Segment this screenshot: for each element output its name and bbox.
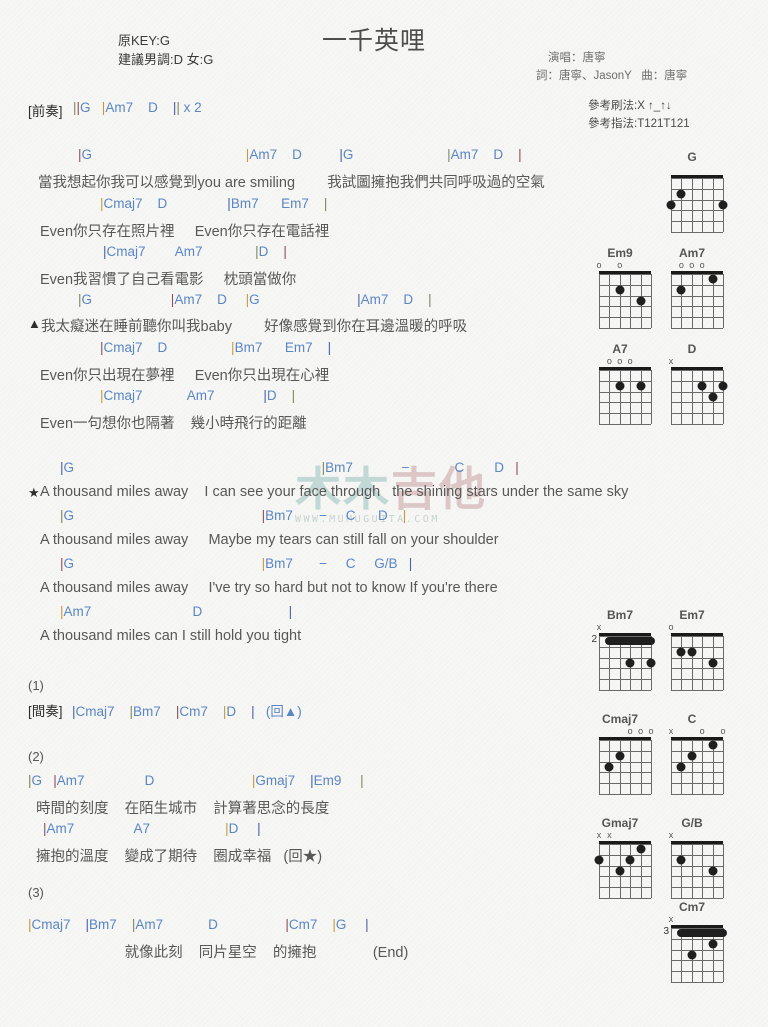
part3-lyric-1: 就像此刻 同片星空 的擁抱 (End) (28, 945, 409, 961)
verse1-lyric-2: Even你只存在照片裡 Even你只存在電話裡 (40, 224, 330, 240)
part2-lyric-1: 時間的刻度 在陌生城市 計算著思念的長度 (28, 801, 330, 817)
verse2-lyric-2: Even你只出現在夢裡 Even你只出現在心裡 (40, 368, 330, 384)
interlude-label: [間奏] (28, 704, 63, 719)
chorus-chords-4: |Am7 D | (60, 604, 293, 619)
original-key-label: 原KEY:G (118, 33, 171, 48)
chord-sheet: 原KEY:G 建議男調:D 女:G 一千英哩 演唱：唐寧 詞：唐寧、JasonY… (0, 0, 768, 1027)
writer-credit: 詞：唐寧、JasonY 曲：唐寧 (536, 70, 688, 82)
chorus-lyric-1: A thousand miles away I can see your fac… (40, 484, 629, 500)
part2-lyric-2: 擁抱的溫度 變成了期待 圈成幸福 (回★) (28, 849, 323, 865)
verse2-chords-3: |Cmaj7 Am7 |D | (100, 388, 296, 403)
chorus-lyric-2: A thousand miles away Maybe my tears can… (40, 532, 499, 548)
verse1-chords-2: |Cmaj7 D |Bm7 Em7 | (100, 196, 328, 211)
intro-label: [前奏] (28, 104, 63, 119)
finger-pattern: 參考指法:T121T121 (588, 118, 690, 130)
verse1-chords-1: |G |Am7 D |G |Am7 D | (78, 147, 522, 162)
verse1-lyric-3: Even我習慣了自己看電影 枕頭當做你 (40, 272, 297, 288)
part1-bars: |Cmaj7 |Bm7 |Cm7 |D | (回▲) (72, 704, 302, 719)
verse2-chords-2: |Cmaj7 D |Bm7 Em7 | (100, 340, 332, 355)
verse2-lyric-3: Even一句想你也隔著 幾小時飛行的距離 (40, 416, 307, 432)
verse2-lyric-1: 我太癡迷在睡前聽你叫我baby 好像感覺到你在耳邊溫暖的呼吸 (41, 319, 468, 335)
chorus-marker: ★ (28, 485, 40, 500)
part2-chords-2: |Am7 A7 |D | (43, 821, 261, 836)
verse1-chords-3: |Cmaj7 Am7 |D | (103, 244, 287, 259)
part3-chords-1: |Cmaj7 |Bm7 |Am7 D |Cm7 |G | (28, 917, 369, 932)
part1-number: (1) (28, 678, 44, 693)
part2-number: (2) (28, 749, 44, 764)
chorus-lyric-4: A thousand miles can I still hold you ti… (40, 628, 302, 644)
part3-number: (3) (28, 885, 44, 900)
chorus-chords-2: |G |Bm7 − C D | (60, 508, 407, 523)
singer-credit: 演唱：唐寧 (548, 52, 606, 64)
chorus-lyric-3: A thousand miles away I've try so hard b… (40, 580, 498, 596)
intro-bars: ||G |Am7 D || x 2 (73, 100, 202, 115)
chorus-chords-1: |G |Bm7 − C D | (60, 460, 519, 475)
page-title: 一千英哩 (322, 27, 427, 55)
chorus-chords-3: |G |Bm7 − C G/B | (60, 556, 413, 571)
verse2-marker: ▲ (28, 316, 41, 331)
strum-pattern: 參考刷法:X ↑_↑↓ (588, 100, 672, 112)
verse1-lyric-1: 當我想起你我可以感覺到you are smiling 我試圖擁抱我們共同呼吸過的… (38, 175, 545, 191)
part2-chords-1: |G |Am7 D |Gmaj7 |Em9 | (28, 773, 364, 788)
verse2-chords-1: |G |Am7 D |G |Am7 D | (78, 292, 432, 307)
suggested-key-label: 建議男調:D 女:G (118, 52, 214, 67)
